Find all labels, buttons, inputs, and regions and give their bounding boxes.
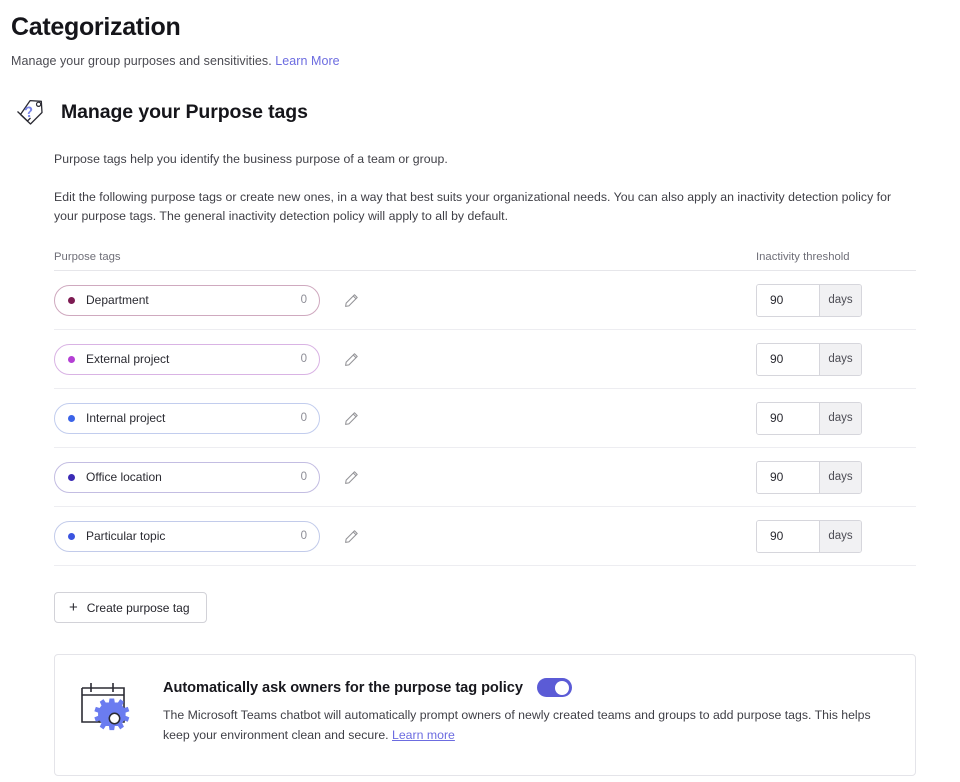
table-row: Department 0 days xyxy=(54,271,916,331)
purpose-tag-count: 0 xyxy=(300,353,307,366)
inactivity-threshold-input[interactable] xyxy=(757,284,819,316)
page-title: Categorization xyxy=(11,13,181,41)
edit-cell xyxy=(320,529,382,544)
section-body: Purpose tags help you identify the busin… xyxy=(0,132,960,567)
threshold-cell: days xyxy=(756,401,916,435)
purpose-tag-pill[interactable]: Office location 0 xyxy=(54,461,320,493)
purpose-tag-count: 0 xyxy=(300,412,307,425)
inactivity-threshold-unit: days xyxy=(819,402,861,434)
categorization-page: Categorization Manage your group purpose… xyxy=(0,0,960,782)
purpose-tag-count: 0 xyxy=(300,471,307,484)
purpose-tag-pill-wrap: Department 0 xyxy=(54,284,320,316)
purpose-tag-icon: ? xyxy=(17,99,43,125)
calendar-gear-icon xyxy=(81,683,130,731)
inactivity-threshold-unit: days xyxy=(819,520,861,552)
purpose-tags-table: Purpose tags Inactivity threshold Depart… xyxy=(54,226,916,567)
threshold-cell: days xyxy=(756,519,916,553)
purpose-tag-name: Internal project xyxy=(86,411,166,426)
column-header-purpose-tags: Purpose tags xyxy=(54,251,121,264)
policy-card-body: Automatically ask owners for the purpose… xyxy=(163,676,893,746)
purpose-tag-color-dot xyxy=(68,532,75,540)
page-subtitle: Manage your group purposes and sensitivi… xyxy=(0,42,960,68)
pencil-icon[interactable] xyxy=(344,352,359,367)
table-row: Office location 0 days xyxy=(54,448,916,508)
purpose-tag-pill[interactable]: Internal project 0 xyxy=(54,402,320,434)
plus-icon: + xyxy=(69,599,78,617)
section-paragraph-2: Edit the following purpose tags or creat… xyxy=(54,190,892,224)
policy-card-header: Automatically ask owners for the purpose… xyxy=(163,678,893,698)
purpose-tag-pill-wrap: Particular topic 0 xyxy=(54,520,320,552)
inactivity-threshold-input[interactable] xyxy=(757,343,819,375)
policy-card: Automatically ask owners for the purpose… xyxy=(54,654,916,777)
inactivity-threshold-input[interactable] xyxy=(757,461,819,493)
table-row: Internal project 0 days xyxy=(54,389,916,449)
purpose-tag-pill-wrap: Office location 0 xyxy=(54,461,320,493)
inactivity-threshold-stepper[interactable]: days xyxy=(756,342,862,376)
column-header-inactivity-threshold: Inactivity threshold xyxy=(756,251,850,264)
edit-cell xyxy=(320,411,382,426)
purpose-tag-name: External project xyxy=(86,352,170,367)
table-row: Particular topic 0 days xyxy=(54,507,916,567)
purpose-tag-color-dot xyxy=(68,473,75,481)
pencil-icon[interactable] xyxy=(344,293,359,308)
table-header: Purpose tags Inactivity threshold xyxy=(54,251,916,270)
policy-learn-more-link[interactable]: Learn more xyxy=(392,728,455,742)
policy-toggle[interactable] xyxy=(536,678,572,698)
table-row: External project 0 days xyxy=(54,330,916,390)
svg-text:?: ? xyxy=(23,103,34,121)
purpose-tag-pill[interactable]: Department 0 xyxy=(54,284,320,316)
pencil-icon[interactable] xyxy=(344,470,359,485)
threshold-cell: days xyxy=(756,283,916,317)
pencil-icon[interactable] xyxy=(344,529,359,544)
section-paragraph-1: Purpose tags help you identify the busin… xyxy=(54,152,448,166)
policy-card-description-text: The Microsoft Teams chatbot will automat… xyxy=(163,708,871,743)
policy-toggle-knob xyxy=(555,680,570,695)
inactivity-threshold-unit: days xyxy=(819,343,861,375)
pencil-icon[interactable] xyxy=(344,411,359,426)
purpose-tag-color-dot xyxy=(68,296,75,304)
edit-cell xyxy=(320,352,382,367)
inactivity-threshold-stepper[interactable]: days xyxy=(756,401,862,435)
purpose-tag-color-dot xyxy=(68,414,75,422)
purpose-tag-count: 0 xyxy=(300,294,307,307)
section-title: Manage your Purpose tags xyxy=(61,100,308,123)
inactivity-threshold-unit: days xyxy=(819,284,861,316)
purpose-tag-name: Department xyxy=(86,293,149,308)
create-purpose-tag-wrap: + Create purpose tag xyxy=(0,566,960,624)
threshold-cell: days xyxy=(756,342,916,376)
create-purpose-tag-button[interactable]: + Create purpose tag xyxy=(54,592,207,624)
purpose-tag-name: Office location xyxy=(86,470,162,485)
edit-cell xyxy=(320,470,382,485)
policy-card-title: Automatically ask owners for the purpose… xyxy=(163,679,523,696)
learn-more-link[interactable]: Learn More xyxy=(275,54,339,68)
purpose-tag-pill-wrap: External project 0 xyxy=(54,343,320,375)
create-purpose-tag-label: Create purpose tag xyxy=(86,600,190,615)
purpose-tag-pill[interactable]: Particular topic 0 xyxy=(54,520,320,552)
purpose-tag-color-dot xyxy=(68,355,75,363)
threshold-cell: days xyxy=(756,460,916,494)
inactivity-threshold-stepper[interactable]: days xyxy=(756,460,862,494)
inactivity-threshold-input[interactable] xyxy=(757,402,819,434)
policy-card-wrap: Automatically ask owners for the purpose… xyxy=(0,623,960,777)
purpose-tag-pill-wrap: Internal project 0 xyxy=(54,402,320,434)
inactivity-threshold-input[interactable] xyxy=(757,520,819,552)
inactivity-threshold-stepper[interactable]: days xyxy=(756,519,862,553)
purpose-tag-name: Particular topic xyxy=(86,529,166,544)
inactivity-threshold-unit: days xyxy=(819,461,861,493)
page-subtitle-text: Manage your group purposes and sensitivi… xyxy=(11,54,272,68)
section-header: ? Manage your Purpose tags xyxy=(0,68,960,132)
table-body: Department0daysExternal project0daysInte… xyxy=(54,271,916,567)
inactivity-threshold-stepper[interactable]: days xyxy=(756,283,862,317)
edit-cell xyxy=(320,293,382,308)
purpose-tag-count: 0 xyxy=(300,530,307,543)
policy-card-description: The Microsoft Teams chatbot will automat… xyxy=(163,697,893,746)
purpose-tag-pill[interactable]: External project 0 xyxy=(54,343,320,375)
